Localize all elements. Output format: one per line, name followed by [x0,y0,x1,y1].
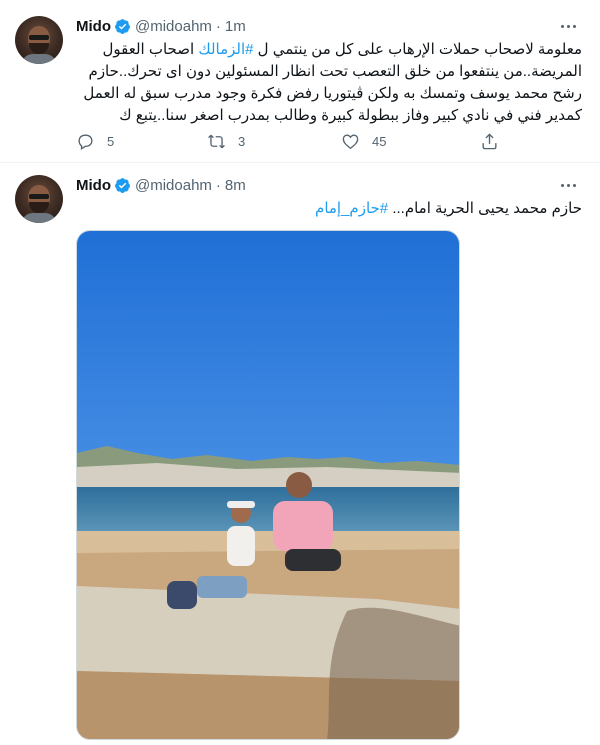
author-name[interactable]: Mido [76,18,111,35]
author-handle[interactable]: @midoahm [135,18,212,35]
retweet-count: 3 [238,133,246,149]
heart-icon [342,133,359,149]
tweet-header: Mido @midoahm · 8m [76,175,246,195]
like-count: 45 [372,133,387,149]
retweet-button[interactable]: 3 [207,129,245,153]
more-horizontal-icon[interactable] [558,175,578,195]
separator: · [215,17,221,35]
tweet-actions: 5 3 45 [76,129,506,153]
tweet-photo[interactable] [76,230,460,740]
timestamp[interactable]: 8m [225,177,246,194]
author-name[interactable]: Mido [76,177,111,194]
hashtag-link[interactable]: #حازم_إمام [315,200,388,217]
like-button[interactable]: 45 [341,129,386,153]
reply-icon [78,133,93,150]
photo-image [77,231,459,739]
tweet-text-start: حازم محمد يحيى الحرية امام... [388,200,582,217]
hashtag-link[interactable]: #الزمالك [198,41,253,58]
tweet-text: حازم محمد يحيى الحرية امام... #حازم_إمام [76,198,582,220]
author-handle[interactable]: @midoahm [135,177,212,194]
tweet-text: معلومة لاصحاب حملات الإرهاب على كل من ين… [76,39,582,127]
tweet-text-start: معلومة لاصحاب حملات الإرهاب على كل من ين… [253,41,582,58]
share-icon [482,132,497,149]
more-horizontal-icon[interactable] [558,16,578,36]
share-button[interactable] [480,129,499,153]
separator: · [215,176,221,194]
avatar[interactable] [15,175,63,223]
tweet-header: Mido @midoahm · 1m [76,16,246,36]
tweet[interactable]: Mido @midoahm · 1m معلومة لاصحاب حملات ا… [0,0,600,163]
timestamp[interactable]: 1m [225,18,246,35]
verified-badge-icon [115,177,130,193]
verified-badge-icon [115,18,130,34]
reply-count: 5 [107,133,115,149]
avatar[interactable] [15,16,63,64]
reply-button[interactable]: 5 [76,129,114,153]
retweet-icon [208,134,225,148]
tweet[interactable]: Mido @midoahm · 8m حازم محمد يحيى الحرية… [0,163,600,745]
